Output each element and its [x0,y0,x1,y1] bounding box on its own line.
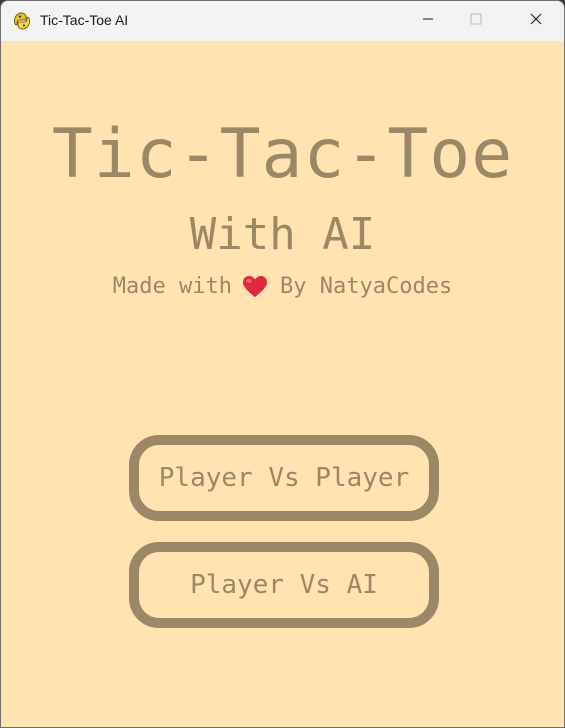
close-icon [530,12,542,30]
title-bar[interactable]: Tic-Tac-Toe AI [1,1,564,41]
main-menu: Tic-Tac-Toe With AI Made with By NatyaCo… [1,41,564,727]
heart-icon [242,275,268,299]
close-button[interactable] [513,1,559,41]
app-window: Tic-Tac-Toe AI Tic-Tac-Toe With AI Made … [0,0,565,728]
credit-suffix: By NatyaCodes [280,274,453,299]
credit-line: Made with By NatyaCodes [1,272,564,302]
credit-prefix: Made with [112,274,233,299]
python-snake-icon [13,12,31,30]
player-vs-player-button[interactable]: Player Vs Player [129,435,439,521]
maximize-icon [470,12,482,30]
player-vs-player-label: Player Vs Player [158,463,410,493]
minimize-button[interactable] [405,1,451,41]
maximize-button[interactable] [453,1,499,41]
player-vs-ai-button[interactable]: Player Vs AI [129,542,439,628]
minimize-icon [422,12,434,30]
game-title: Tic-Tac-Toe [51,115,514,194]
player-vs-ai-label: Player Vs AI [190,570,378,600]
game-subtitle: With AI [189,209,376,260]
window-title: Tic-Tac-Toe AI [40,12,129,28]
